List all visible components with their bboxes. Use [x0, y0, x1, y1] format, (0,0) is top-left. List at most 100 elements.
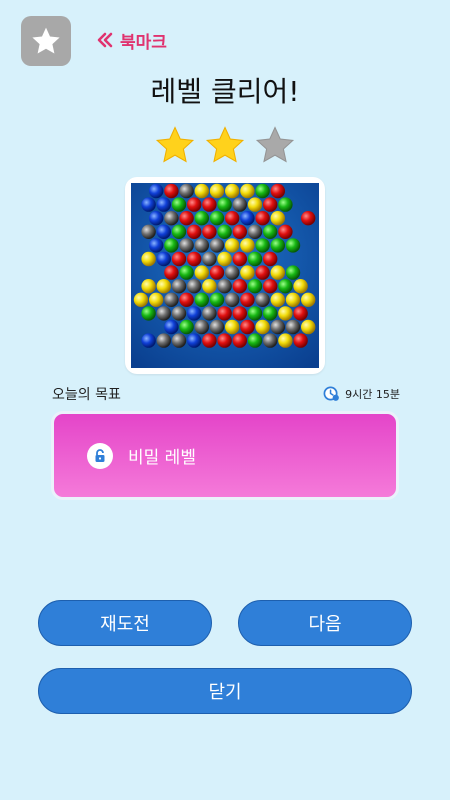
star-icon: [205, 126, 245, 163]
bubble: [202, 306, 217, 321]
bubble: [285, 292, 301, 307]
bubble: [225, 183, 240, 199]
bubble: [232, 333, 247, 348]
bubble: [194, 319, 209, 335]
bubble: [247, 333, 263, 348]
bubble: [133, 292, 149, 307]
bubble: [141, 279, 156, 294]
bubble: [187, 333, 202, 348]
bubble: [217, 333, 232, 348]
bubble: [202, 251, 217, 267]
bubble: [156, 197, 171, 212]
bubble: [164, 183, 179, 199]
bubble: [187, 306, 202, 321]
retry-button[interactable]: 재도전: [38, 600, 212, 646]
bubble: [278, 224, 293, 239]
bubble: [270, 292, 285, 307]
bubble: [240, 238, 255, 253]
bubble: [194, 292, 209, 307]
bubble: [202, 197, 217, 212]
bubble: [202, 333, 217, 348]
bubble: [217, 251, 232, 267]
bubble: [255, 211, 270, 226]
bubble: [156, 251, 171, 267]
bubble: [187, 224, 202, 239]
next-button[interactable]: 다음: [238, 600, 412, 646]
bubble: [149, 183, 164, 199]
bookmark-label: 북마크: [120, 32, 167, 53]
page-title: 레벨 클리어!: [150, 75, 300, 108]
star-icon: [32, 27, 60, 54]
bubble: [270, 183, 285, 199]
bubble: [301, 292, 316, 307]
star-icon: [255, 126, 295, 163]
bubble: [285, 265, 301, 280]
bubble: [240, 319, 255, 335]
bubble: [285, 238, 301, 253]
bubble: [278, 197, 293, 212]
bubble: [293, 279, 308, 294]
bubble: [156, 279, 171, 294]
bubble: [270, 319, 285, 335]
bubble: [285, 319, 301, 335]
bubble: [164, 292, 179, 307]
bubble: [187, 251, 202, 267]
bubble: [247, 251, 263, 267]
bubble: [156, 306, 171, 321]
bubble: [232, 306, 247, 321]
bubble: [179, 265, 194, 280]
bubble: [293, 306, 308, 321]
bubble: [247, 306, 263, 321]
bubble: [217, 279, 232, 294]
bubble: [156, 333, 171, 348]
bubble: [232, 197, 247, 212]
bubble: [255, 238, 270, 253]
bubble: [232, 279, 247, 294]
bubble: [217, 197, 232, 212]
bubble: [278, 279, 293, 294]
bubble: [141, 333, 156, 348]
bubble: [141, 197, 156, 212]
bubble: [240, 265, 255, 280]
bubble: [225, 319, 240, 335]
bubble: [171, 306, 187, 321]
bubble: [194, 238, 209, 253]
bubble: [209, 319, 225, 335]
bubble: [179, 183, 194, 199]
bubble: [187, 279, 202, 294]
favorite-button[interactable]: [21, 16, 71, 66]
bubble: [164, 319, 179, 335]
bubble: [263, 279, 278, 294]
bubble: [149, 292, 164, 307]
bubble: [202, 279, 217, 294]
bubble: [232, 251, 247, 267]
bubble: [149, 238, 164, 253]
close-button[interactable]: 닫기: [38, 668, 412, 714]
bubble: [194, 265, 209, 280]
bubble: [240, 211, 255, 226]
bubble: [255, 265, 270, 280]
bubble: [247, 224, 263, 239]
clock-icon: [323, 386, 340, 401]
bubble: [232, 224, 247, 239]
bubble: [209, 183, 225, 199]
bubble: [164, 238, 179, 253]
bubble: [270, 238, 285, 253]
bubble: [171, 251, 187, 267]
star-rating: [154, 124, 296, 166]
bubble: [225, 211, 240, 226]
secret-level-card[interactable]: 비밀 레벨: [51, 411, 399, 500]
bubble: [270, 211, 285, 226]
secret-level-label: 비밀 레벨: [128, 448, 196, 468]
bubble: [141, 306, 156, 321]
bubble: [255, 292, 270, 307]
bubble: [247, 197, 263, 212]
bookmark-link[interactable]: 북마크: [96, 29, 167, 53]
bubble: [194, 183, 209, 199]
bubble: [209, 238, 225, 253]
bubble: [171, 279, 187, 294]
bubble: [255, 319, 270, 335]
bubble: [240, 292, 255, 307]
bubble: [194, 211, 209, 226]
bubble: [263, 306, 278, 321]
